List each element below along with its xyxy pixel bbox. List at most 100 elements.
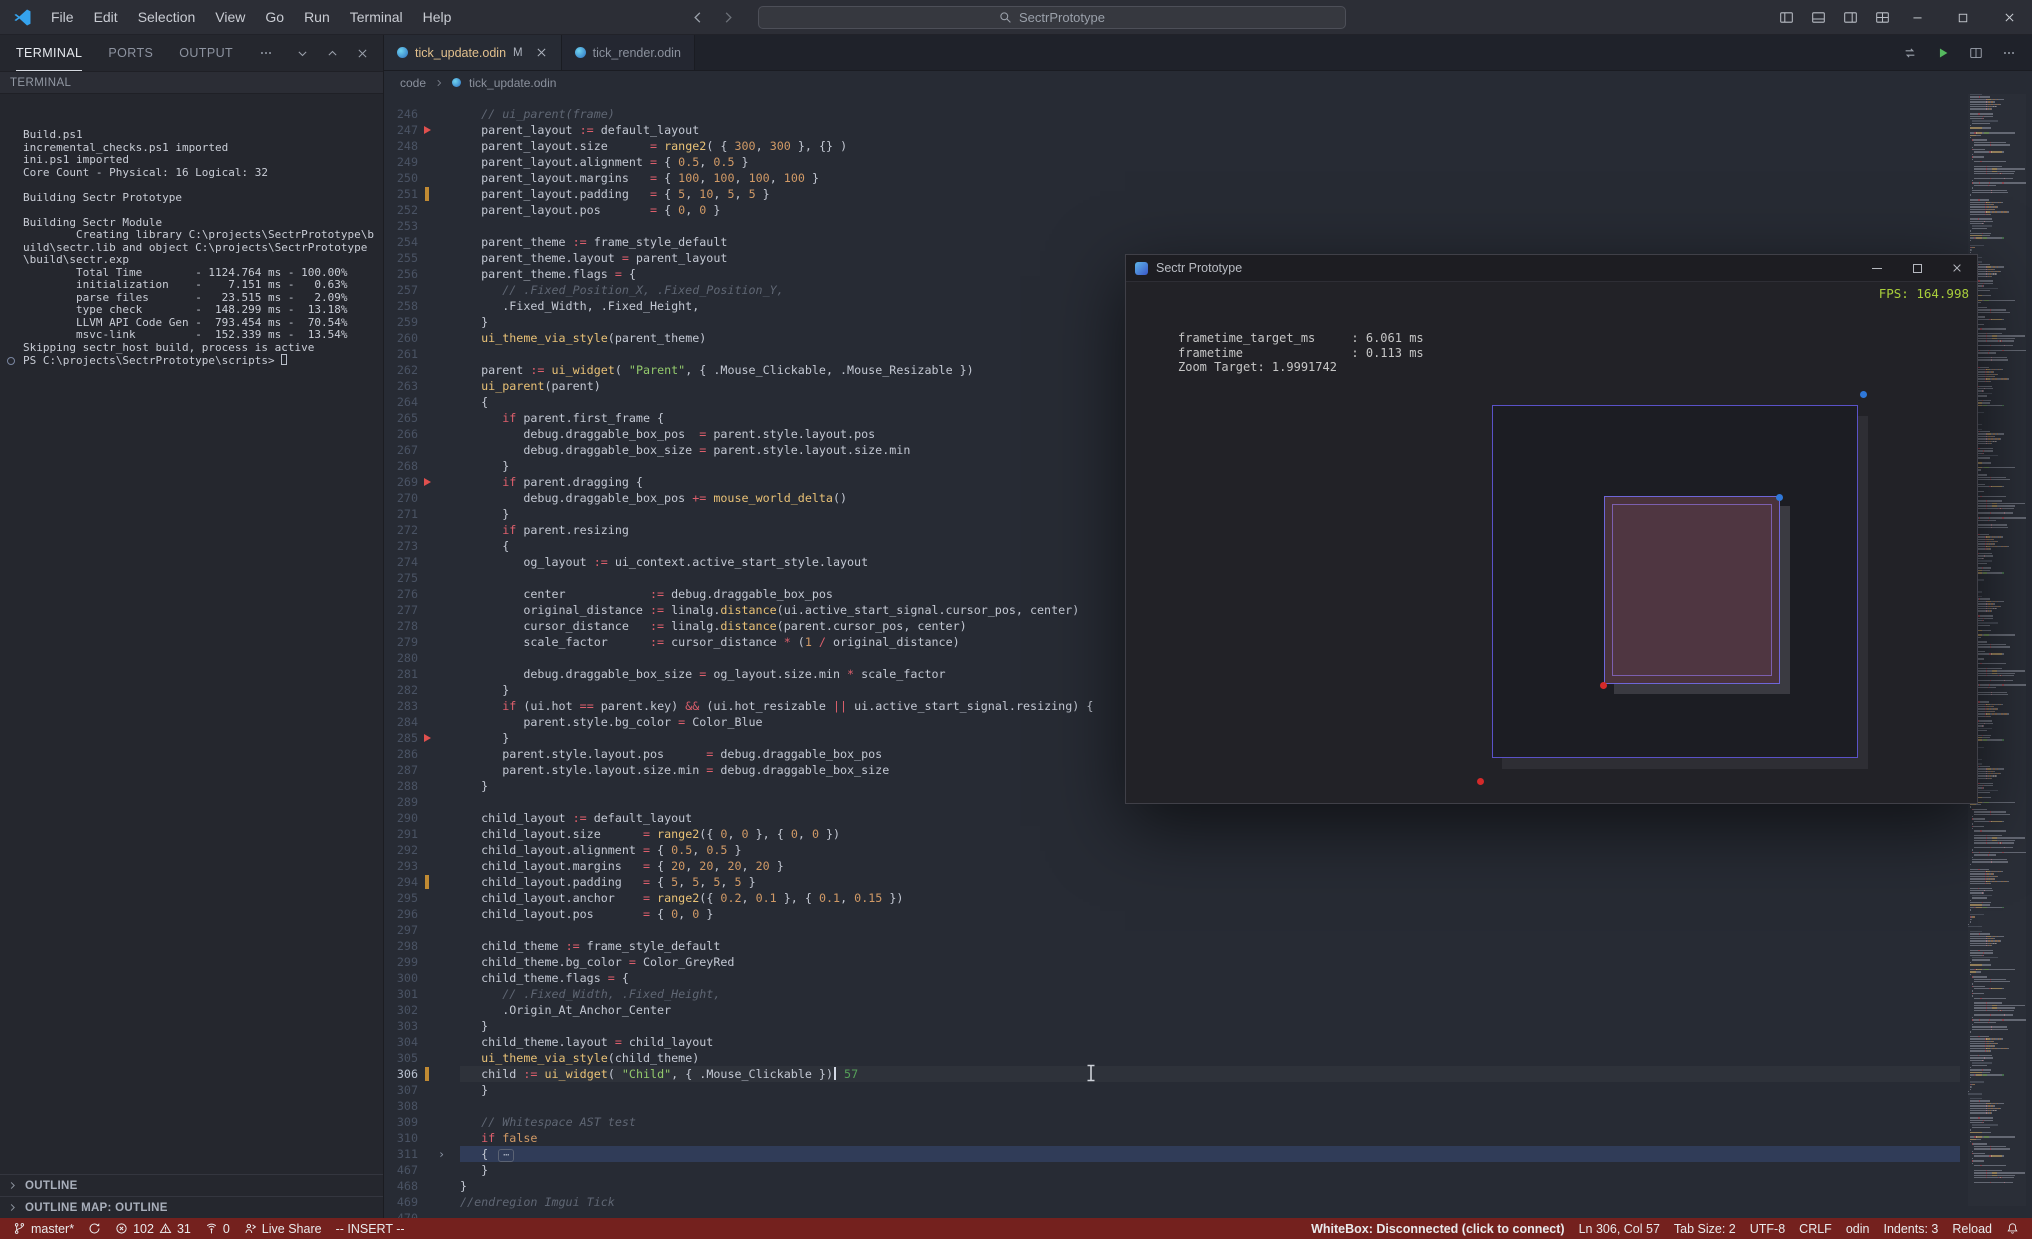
- code-line-252[interactable]: 252 parent_layout.pos = { 0, 0 }: [384, 202, 1960, 218]
- menu-view[interactable]: View: [205, 0, 255, 34]
- layout-grid-icon[interactable]: [1875, 10, 1890, 25]
- close-icon[interactable]: [535, 46, 548, 59]
- menu-go[interactable]: Go: [255, 0, 294, 34]
- layout-right-icon[interactable]: [1843, 10, 1858, 25]
- ellipsis-icon[interactable]: [2002, 46, 2016, 60]
- minimap-line: [1968, 875, 2026, 878]
- code-line-309[interactable]: 309 // Whitespace AST test: [384, 1114, 1960, 1130]
- sectr-title-bar[interactable]: Sectr Prototype: [1126, 255, 1977, 282]
- folded-code-ellipsis[interactable]: ⋯: [498, 1149, 515, 1162]
- split-icon[interactable]: [1969, 46, 1983, 60]
- code-line-250[interactable]: 250 parent_layout.margins = { 100, 100, …: [384, 170, 1960, 186]
- eol-sequence[interactable]: CRLF: [1792, 1218, 1839, 1239]
- code-line-301[interactable]: 301 // .Fixed_Width, .Fixed_Height,: [384, 986, 1960, 1002]
- code-line-468[interactable]: 468}: [384, 1178, 1960, 1194]
- code-line-296[interactable]: 296 child_layout.pos = { 0, 0 }: [384, 906, 1960, 922]
- code-line-310[interactable]: 310 if false: [384, 1130, 1960, 1146]
- code-line-304[interactable]: 304 child_theme.layout = child_layout: [384, 1034, 1960, 1050]
- code-line-248[interactable]: 248 parent_layout.size = range2( { 300, …: [384, 138, 1960, 154]
- outline-section[interactable]: OUTLINE: [0, 1174, 383, 1196]
- breadcrumb[interactable]: code tick_update.odin: [384, 71, 2032, 94]
- terminal-output[interactable]: Build.ps1 incremental_checks.ps1 imported…: [0, 94, 383, 1172]
- menu-edit[interactable]: Edit: [84, 0, 128, 34]
- layout-left-icon[interactable]: [1779, 10, 1794, 25]
- code-line-247[interactable]: 247 parent_layout := default_layout: [384, 122, 1960, 138]
- code-line-311[interactable]: 311 › { ⋯: [384, 1146, 1960, 1162]
- breadcrumb-file[interactable]: tick_update.odin: [469, 76, 556, 90]
- code-line-470[interactable]: 470: [384, 1210, 1960, 1218]
- command-center-search[interactable]: SectrPrototype: [758, 6, 1346, 29]
- code-line-291[interactable]: 291 child_layout.size = range2({ 0, 0 },…: [384, 826, 1960, 842]
- code-line-246[interactable]: 246 // ui_parent(frame): [384, 106, 1960, 122]
- git-sync[interactable]: [81, 1218, 108, 1239]
- outline-map-section[interactable]: OUTLINE MAP: OUTLINE: [0, 1196, 383, 1218]
- reload[interactable]: Reload: [1945, 1218, 1999, 1239]
- code-line-299[interactable]: 299 child_theme.bg_color = Color_GreyRed: [384, 954, 1960, 970]
- code-line-307[interactable]: 307 }: [384, 1082, 1960, 1098]
- code-line-295[interactable]: 295 child_layout.anchor = range2({ 0.2, …: [384, 890, 1960, 906]
- chevron-down-icon[interactable]: [296, 47, 309, 60]
- tab-tick_render-odin[interactable]: tick_render.odin: [561, 35, 695, 70]
- menu-selection[interactable]: Selection: [128, 0, 206, 34]
- encoding[interactable]: UTF-8: [1743, 1218, 1792, 1239]
- code-line-254[interactable]: 254 parent_theme := frame_style_default: [384, 234, 1960, 250]
- back-arrow-icon[interactable]: [690, 10, 705, 25]
- panel-tab-terminal[interactable]: TERMINAL: [16, 35, 83, 71]
- maximize-button[interactable]: [1940, 0, 1986, 35]
- code-line-306[interactable]: 306 child := ui_widget( "Child", { .Mous…: [384, 1066, 1960, 1082]
- fold-chevron-icon[interactable]: ›: [438, 1146, 445, 1162]
- menu-file[interactable]: File: [41, 0, 84, 34]
- tab-size[interactable]: Tab Size: 2: [1667, 1218, 1743, 1239]
- tab-tick_update-odin[interactable]: tick_update.odin M: [384, 35, 562, 70]
- menu-run[interactable]: Run: [294, 0, 340, 34]
- layout-bottom-icon[interactable]: [1811, 10, 1826, 25]
- problems[interactable]: 102 31: [108, 1218, 198, 1239]
- menu-help[interactable]: Help: [413, 0, 462, 34]
- terminal-section-header[interactable]: TERMINAL: [0, 71, 383, 94]
- language-mode[interactable]: odin: [1839, 1218, 1877, 1239]
- forwarded-ports[interactable]: 0: [198, 1218, 237, 1239]
- live-share[interactable]: Live Share: [237, 1218, 329, 1239]
- code-line-300[interactable]: 300 child_theme.flags = {: [384, 970, 1960, 986]
- panel-tab-output[interactable]: OUTPUT: [179, 35, 233, 71]
- code-line-302[interactable]: 302 .Origin_At_Anchor_Center: [384, 1002, 1960, 1018]
- maximize-button[interactable]: [1897, 255, 1937, 281]
- breadcrumb-folder[interactable]: code: [400, 76, 426, 90]
- code-line-303[interactable]: 303 }: [384, 1018, 1960, 1034]
- close-button[interactable]: [1937, 255, 1977, 281]
- minimize-button[interactable]: [1894, 0, 1940, 35]
- forward-arrow-icon[interactable]: [721, 10, 736, 25]
- panel-tab-ports[interactable]: PORTS: [108, 35, 153, 71]
- code-line-469[interactable]: 469 //endregion Imgui Tick: [384, 1194, 1960, 1210]
- sectr-prototype-window[interactable]: Sectr Prototype FPS: 164.998 frametime_t…: [1125, 254, 1978, 804]
- code-line-297[interactable]: 297: [384, 922, 1960, 938]
- code-line-298[interactable]: 298 child_theme := frame_style_default: [384, 938, 1960, 954]
- minimize-button[interactable]: [1857, 255, 1897, 281]
- child-widget-box[interactable]: [1604, 496, 1780, 684]
- close-button[interactable]: [1986, 0, 2032, 35]
- code-line-308[interactable]: 308: [384, 1098, 1960, 1114]
- menu-terminal[interactable]: Terminal: [340, 0, 413, 34]
- gutter: 303: [384, 1018, 460, 1034]
- code-line-249[interactable]: 249 parent_layout.alignment = { 0.5, 0.5…: [384, 154, 1960, 170]
- code-line-290[interactable]: 290 child_layout := default_layout: [384, 810, 1960, 826]
- terminal-prompt[interactable]: PS C:\projects\SectrPrototype\scripts>: [7, 354, 375, 368]
- cursor-position[interactable]: Ln 306, Col 57: [1572, 1218, 1667, 1239]
- chevron-up-icon[interactable]: [326, 47, 339, 60]
- notifications[interactable]: [1999, 1218, 2026, 1239]
- code-line-293[interactable]: 293 child_layout.margins = { 20, 20, 20,…: [384, 858, 1960, 874]
- code-line-292[interactable]: 292 child_layout.alignment = { 0.5, 0.5 …: [384, 842, 1960, 858]
- code-line-305[interactable]: 305 ui_theme_via_style(child_theme): [384, 1050, 1960, 1066]
- whitebox-status[interactable]: WhiteBox: Disconnected (click to connect…: [1304, 1218, 1572, 1239]
- play-icon[interactable]: [1936, 46, 1950, 60]
- code-line-294[interactable]: 294 child_layout.padding = { 5, 5, 5, 5 …: [384, 874, 1960, 890]
- compare-icon[interactable]: [1903, 46, 1917, 60]
- indents[interactable]: Indents: 3: [1876, 1218, 1945, 1239]
- git-branch[interactable]: master*: [6, 1218, 81, 1239]
- code-line-253[interactable]: 253: [384, 218, 1960, 234]
- close-x-icon[interactable]: [356, 47, 369, 60]
- code-line-467[interactable]: 467 }: [384, 1162, 1960, 1178]
- vim-mode[interactable]: -- INSERT --: [329, 1218, 412, 1239]
- more-tabs-icon[interactable]: [259, 35, 273, 71]
- code-line-251[interactable]: 251 parent_layout.padding = { 5, 10, 5, …: [384, 186, 1960, 202]
